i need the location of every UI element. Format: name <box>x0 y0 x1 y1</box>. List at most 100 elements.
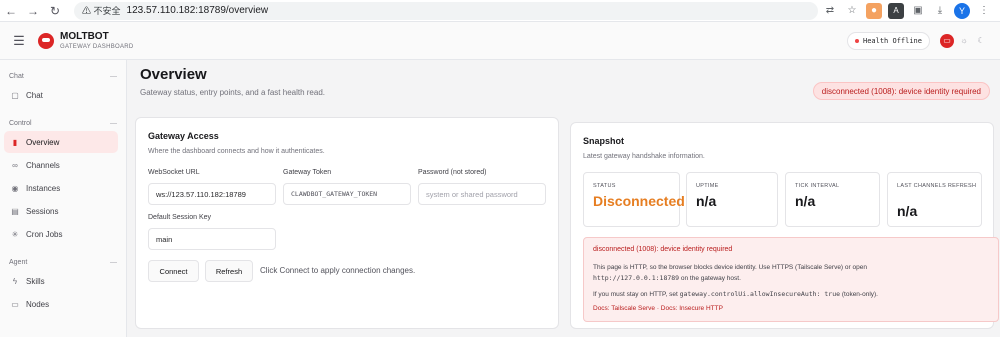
back-icon[interactable]: ← <box>0 0 22 22</box>
session-key-label: Default Session Key <box>148 214 212 221</box>
card-title: Snapshot <box>583 136 625 146</box>
brand-name: MOLTBOT <box>60 30 109 42</box>
error-title: disconnected (1008): device identity req… <box>593 246 733 253</box>
insecure-auth-hint: If you must stay on HTTP, set gateway.co… <box>593 290 878 298</box>
uptime-stat: UPTIME n/a <box>686 172 778 227</box>
sidebar-item-label: Skills <box>26 276 45 286</box>
profile-avatar[interactable]: Y <box>954 2 970 19</box>
forward-icon[interactable]: → <box>22 0 44 22</box>
extension-a-icon[interactable]: A <box>888 2 904 19</box>
websocket-url-label: WebSocket URL <box>148 169 200 176</box>
tick-interval-stat: TICK INTERVAL n/a <box>785 172 880 227</box>
translate-icon[interactable]: ⇄ <box>822 3 838 19</box>
error-callout: disconnected (1008): device identity req… <box>583 237 999 322</box>
localhost-url: http://127.0.0.1:18789 <box>593 274 680 283</box>
stat-label: LAST CHANNELS REFRESH <box>897 183 977 189</box>
hamburger-menu-icon[interactable]: ☰ <box>0 33 38 49</box>
browser-toolbar: ← → ↻ ⚠ 不安全 123.57.110.182:18789/overvie… <box>0 0 1000 22</box>
sidebar-item-cron-jobs[interactable]: ✳ Cron Jobs <box>4 223 118 245</box>
download-icon[interactable]: ⤓ <box>932 3 948 19</box>
loader-icon: ✳ <box>11 229 19 239</box>
health-status-badge: Health Offline <box>846 31 930 50</box>
bookmark-star-icon[interactable]: ☆ <box>844 3 860 19</box>
status-value: Disconnected <box>593 193 685 209</box>
error-body: This page is HTTP, so the browser blocks… <box>593 263 993 285</box>
theme-light-icon[interactable]: ☼ <box>957 34 971 48</box>
sidebar-item-channels[interactable]: ∞ Channels <box>4 154 118 176</box>
error-body-text: This page is HTTP, so the browser blocks… <box>593 264 867 271</box>
sidebar-item-label: Instances <box>26 183 61 193</box>
sidebar-item-label: Sessions <box>26 206 59 216</box>
section-title: Chat <box>9 73 24 80</box>
sidebar-item-label: Channels <box>26 160 60 170</box>
app-header: ☰ MOLTBOT GATEWAY DASHBOARD Health Offli… <box>0 22 1000 60</box>
connect-hint: Click Connect to apply connection change… <box>260 266 416 275</box>
sidebar-item-label: Overview <box>26 137 60 147</box>
sidebar: Chat — ▢ Chat Control — ▮ Overview ∞ Channels… <box>0 60 127 337</box>
collapse-icon: — <box>110 259 117 266</box>
sidebar-item-skills[interactable]: ϟ Skills <box>4 270 118 292</box>
bar-chart-icon: ▮ <box>12 137 18 147</box>
sidebar-item-overview[interactable]: ▮ Overview <box>4 131 118 153</box>
section-title: Agent <box>9 259 28 266</box>
stat-label: STATUS <box>593 183 616 189</box>
url-text: 123.57.110.182:18789/overview <box>126 5 269 16</box>
docs-links[interactable]: Docs: Tailscale Serve · Docs: Insecure H… <box>593 305 723 312</box>
hint-text: (token-only). <box>840 291 878 298</box>
link-icon: ∞ <box>12 160 18 170</box>
reload-icon[interactable]: ↻ <box>44 0 66 22</box>
health-label: Health Offline <box>862 36 922 45</box>
sidebar-item-label: Chat <box>26 90 43 100</box>
sidebar-item-nodes[interactable]: ▭ Nodes <box>4 293 118 315</box>
status-stat: STATUS Disconnected <box>583 172 685 227</box>
card-title: Gateway Access <box>148 131 219 141</box>
collapse-icon: — <box>110 120 117 127</box>
sidebar-item-sessions[interactable]: ▤ Sessions <box>4 200 118 222</box>
monitor-icon: ▭ <box>11 299 19 309</box>
tick-interval-value: n/a <box>795 193 816 209</box>
card-subtitle: Where the dashboard connects and how it … <box>148 148 325 155</box>
sidebar-section-control[interactable]: Control — <box>0 117 126 130</box>
extension-icon[interactable]: ● <box>866 2 882 19</box>
gateway-token-label: Gateway Token <box>283 169 332 176</box>
uptime-value: n/a <box>696 193 717 209</box>
stat-label: TICK INTERVAL <box>795 183 840 189</box>
password-input[interactable]: system or shared password <box>418 183 546 205</box>
last-channels-refresh-stat: LAST CHANNELS REFRESH n/a <box>887 172 982 227</box>
collapse-icon: — <box>110 73 117 80</box>
refresh-button[interactable]: Refresh <box>205 260 253 282</box>
file-icon: ▤ <box>11 206 19 216</box>
chat-icon: ▢ <box>11 90 19 100</box>
config-key: gateway.controlUi.allowInsecureAuth: tru… <box>679 290 841 298</box>
security-warning[interactable]: ⚠ 不安全 <box>82 4 121 17</box>
stat-label: UPTIME <box>696 183 719 189</box>
zap-icon: ϟ <box>12 276 18 286</box>
main-content: Overview Gateway status, entry points, a… <box>128 60 1000 337</box>
address-bar[interactable]: ⚠ 不安全 123.57.110.182:18789/overview <box>74 1 818 20</box>
hint-text: If you must stay on HTTP, set <box>593 291 680 298</box>
sidebar-item-instances[interactable]: ◉ Instances <box>4 177 118 199</box>
sidebar-section-agent[interactable]: Agent — <box>0 256 126 269</box>
connect-button[interactable]: Connect <box>148 260 199 282</box>
security-label: 不安全 <box>93 6 121 16</box>
puzzle-icon[interactable]: ▣ <box>910 3 926 19</box>
theme-toggle: ▭ ☼ ☾ <box>940 33 988 48</box>
snapshot-card: Snapshot Latest gateway handshake inform… <box>570 122 999 329</box>
gateway-token-input[interactable]: CLAWDBOT_GATEWAY_TOKEN <box>283 183 411 205</box>
sidebar-section-chat[interactable]: Chat — <box>0 70 126 83</box>
card-subtitle: Latest gateway handshake information. <box>583 153 705 160</box>
theme-system-icon[interactable]: ▭ <box>940 33 954 48</box>
menu-kebab-icon[interactable]: ⋮ <box>976 3 992 19</box>
moltbot-logo <box>38 32 54 49</box>
sidebar-item-chat[interactable]: ▢ Chat <box>4 84 118 106</box>
websocket-url-input[interactable]: ws://123.57.110.182:18789 <box>148 183 276 205</box>
theme-dark-icon[interactable]: ☾ <box>974 34 988 48</box>
session-key-input[interactable]: main <box>148 228 276 250</box>
sidebar-item-label: Cron Jobs <box>26 229 63 239</box>
page-subtitle: Gateway status, entry points, and a fast… <box>140 88 325 97</box>
section-title: Control <box>9 120 32 127</box>
password-label: Password (not stored) <box>418 169 487 176</box>
radio-icon: ◉ <box>11 183 19 193</box>
status-dot-icon <box>854 38 859 43</box>
brand-subtitle: GATEWAY DASHBOARD <box>60 43 134 50</box>
